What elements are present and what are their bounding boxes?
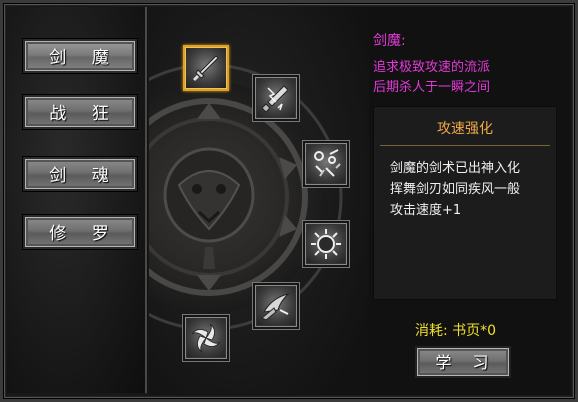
skill-slot-3[interactable] <box>303 141 349 187</box>
class-description-line: 后期杀人于一瞬之间 <box>373 80 491 95</box>
tab-zhankuang[interactable]: 战 狂 <box>23 95 137 129</box>
class-tab-panel: 剑 魔 战 狂 剑 魂 修 罗 <box>7 7 147 393</box>
class-description-line: 追求极致攻速的流派 <box>373 60 491 75</box>
skill-slot-6[interactable] <box>183 315 229 361</box>
tab-xiuluo[interactable]: 修 罗 <box>23 215 137 249</box>
tab-jianmo[interactable]: 剑 魔 <box>23 39 137 73</box>
spiked-ring-icon <box>311 229 341 259</box>
winged-blade-icon <box>261 293 290 321</box>
skill-effect-line: 攻击速度+1 <box>390 203 462 218</box>
cost-label: 消耗: 书页*0 <box>415 323 497 339</box>
skill-slot-2[interactable] <box>253 75 299 121</box>
learn-button[interactable]: 学 习 <box>415 346 511 378</box>
skill-description-line: 挥舞剑刃如同疾风一般 <box>390 182 521 197</box>
skill-detail-box: 攻速强化 剑魔的剑术已出神入化 挥舞剑刃如同疾风一般 攻击速度+1 <box>373 106 557 300</box>
whirlwind-icon <box>191 323 221 353</box>
title-divider <box>380 145 550 146</box>
skill-info-panel: 剑魔: 追求极致攻速的流派 后期杀人于一瞬之间 攻速强化 剑魔的剑术已出神入化 … <box>369 7 571 395</box>
skill-slot-4[interactable] <box>303 221 349 267</box>
skill-title: 攻速强化 <box>437 121 493 137</box>
class-name: 剑魔: <box>373 33 406 49</box>
demon-emblem-background <box>149 7 369 395</box>
skill-tree-area <box>149 7 369 395</box>
tab-jianhun[interactable]: 剑 魂 <box>23 157 137 191</box>
skill-description-line: 剑魔的剑术已出神入化 <box>390 161 521 176</box>
skill-window: 剑 魔 战 狂 剑 魂 修 罗 剑魔: 追求极致攻速的流派 后期杀人于一瞬之间 … <box>0 0 578 402</box>
skill-slot-5[interactable] <box>253 283 299 329</box>
lightning-sword-icon <box>261 85 289 113</box>
scatter-blades-icon <box>314 149 341 177</box>
skill-slot-1[interactable] <box>183 45 229 91</box>
sword-icon <box>192 55 219 82</box>
